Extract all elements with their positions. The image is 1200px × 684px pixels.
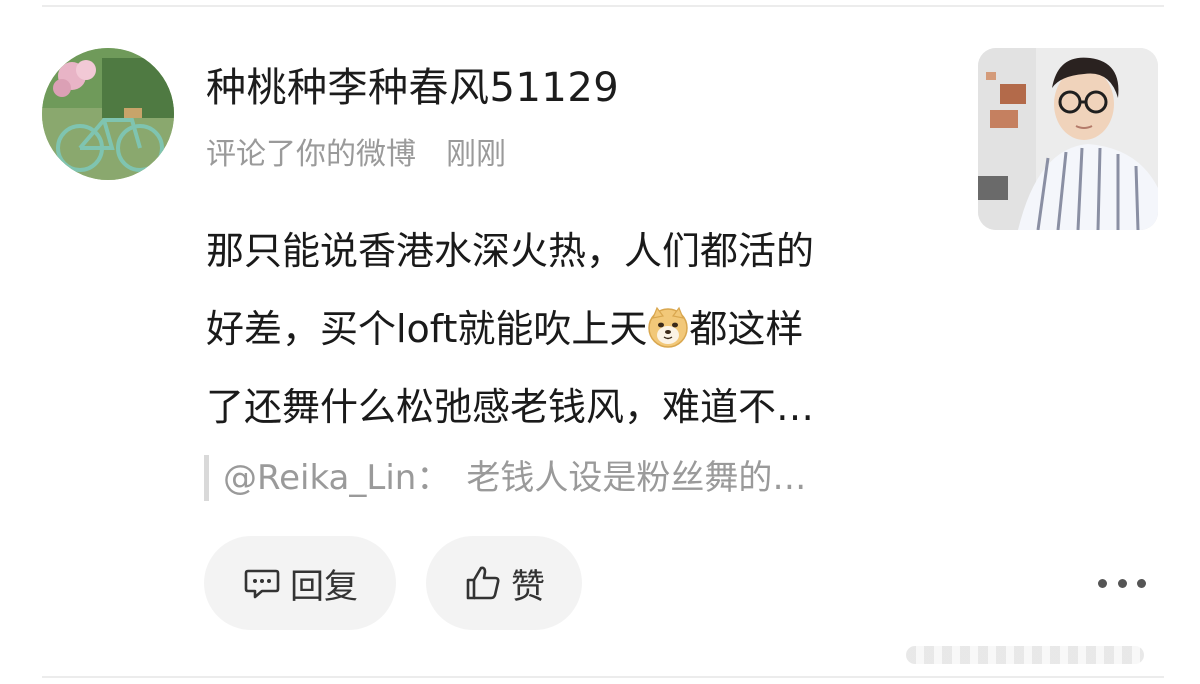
comment-line-2: 好差，买个loft就能吹上天 都这样 (206, 290, 946, 368)
like-label: 赞 (511, 566, 545, 607)
comment-line-2-text: 好差，买个loft就能吹上天 (206, 307, 648, 351)
more-dot (1137, 578, 1146, 588)
more-dot (1098, 578, 1107, 588)
comment-line-3: 了还舞什么松弛感老钱风，难道不… (206, 385, 815, 429)
bottom-divider (42, 676, 1164, 678)
action-text: 评论了你的微博 (206, 137, 416, 172)
more-dot (1117, 578, 1127, 588)
like-button[interactable]: 赞 (426, 536, 582, 630)
thumbnail-image (978, 48, 1158, 230)
comment-text[interactable]: 那只能说香港水深火热，人们都活的 好差，买个loft就能吹上天 都这样 了还舞什… (206, 212, 946, 446)
comment-line-1: 那只能说香港水深火热，人们都活的 (206, 229, 815, 273)
avatar[interactable] (42, 48, 174, 180)
timestamp: 刚刚 (446, 137, 506, 172)
quote-text: 老钱人设是粉丝舞的… (466, 458, 807, 498)
comment-icon (244, 569, 280, 599)
username[interactable]: 种桃种李种春风51129 (206, 62, 619, 114)
top-divider (42, 5, 1164, 7)
quoted-reply[interactable]: @Reika_Lin： 老钱人设是粉丝舞的… (204, 455, 806, 501)
comment-line-2-tail: 都这样 (689, 307, 804, 351)
doge-emoji-icon (648, 306, 689, 348)
reply-button[interactable]: 回复 (204, 536, 396, 630)
weibo-thumbnail[interactable] (978, 48, 1158, 230)
more-icon[interactable] (1098, 566, 1146, 600)
bottom-handle (906, 646, 1144, 664)
comment-meta: 评论了你的微博 刚刚 (206, 134, 506, 176)
avatar-image (42, 48, 174, 180)
reply-label: 回复 (290, 566, 358, 607)
thumbs-up-icon (466, 566, 500, 600)
quote-author: @Reika_Lin： (223, 458, 451, 498)
